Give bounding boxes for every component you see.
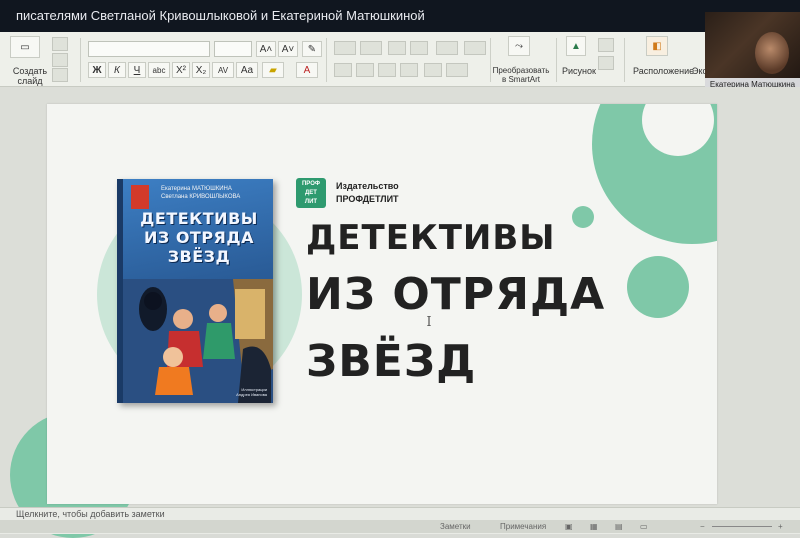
notes-placeholder[interactable]: Щелкните, чтобы добавить заметки <box>16 508 165 520</box>
webcam-video-tile[interactable]: Екатерина Матюшкина <box>705 12 800 92</box>
arrange-icon[interactable]: ◧ <box>646 36 668 56</box>
shapes-icon[interactable] <box>598 38 614 52</box>
window-titlebar: писателями Светланой Кривошлыковой и Ека… <box>0 0 800 32</box>
bold-button[interactable]: Ж <box>88 62 106 78</box>
line-spacing-icon[interactable] <box>436 41 458 55</box>
align-right-icon[interactable] <box>378 63 396 77</box>
strikethrough-button[interactable]: abc <box>148 62 170 78</box>
align-text-icon[interactable] <box>446 63 468 77</box>
slideshow-view-icon[interactable]: ▭ <box>640 521 648 532</box>
superscript-button[interactable]: X² <box>172 62 190 78</box>
character-spacing-button[interactable]: AV <box>212 62 234 78</box>
highlight-icon[interactable]: ▰ <box>262 62 284 78</box>
ribbon-toolbar: ▭ Создать слайд A˄ A˅ ✎ Ж К Ч abc X² X₂ … <box>0 32 800 87</box>
underline-button[interactable]: Ч <box>128 62 146 78</box>
new-slide-icon[interactable]: ▭ <box>10 36 40 58</box>
columns-icon[interactable] <box>464 41 486 55</box>
italic-button[interactable]: К <box>108 62 126 78</box>
status-bar: Заметки Примечания ▣ ▦ ▤ ▭ − + <box>0 520 800 533</box>
book-publisher-badge <box>131 185 149 209</box>
arrange-label[interactable]: Расположение <box>633 66 694 76</box>
reading-view-icon[interactable]: ▤ <box>615 521 623 532</box>
publisher-logo: ПРОФ ДЕТ ЛИТ <box>296 178 326 208</box>
book-cover-image[interactable]: Екатерина МАТЮШКИНА Светлана КРИВОШЛЫКОВ… <box>117 179 273 403</box>
indent-decrease-icon[interactable] <box>388 41 406 55</box>
convert-smartart-label[interactable]: Преобразовать в SmartArt <box>492 66 550 84</box>
reset-icon[interactable] <box>52 53 68 67</box>
smartart-icon[interactable]: ⤳ <box>508 36 530 56</box>
window-title: писателями Светланой Кривошлыковой и Ека… <box>16 8 425 23</box>
change-case-button[interactable]: Aa <box>236 62 258 78</box>
picture-label[interactable]: Рисунок <box>562 66 596 76</box>
book-cover-title: ДЕТЕКТИВЫ ИЗ ОТРЯДА ЗВЁЗД <box>140 209 258 266</box>
book-authors: Екатерина МАТЮШКИНА Светлана КРИВОШЛЫКОВ… <box>161 186 241 200</box>
font-family-field[interactable] <box>88 41 210 57</box>
layout-icon[interactable] <box>52 37 68 51</box>
align-left-icon[interactable] <box>334 63 352 77</box>
sorter-view-icon[interactable]: ▦ <box>590 521 598 532</box>
new-slide-label[interactable]: Создать слайд <box>12 66 48 86</box>
font-size-field[interactable] <box>214 41 252 57</box>
notes-toggle-button[interactable]: Заметки <box>440 521 471 532</box>
slide-title-line2[interactable]: ИЗ ОТРЯДА <box>306 269 605 321</box>
publisher-name: Издательство ПРОФДЕТЛИТ <box>336 181 399 204</box>
picture-icon[interactable]: ▲ <box>566 36 586 56</box>
align-center-icon[interactable] <box>356 63 374 77</box>
book-illustrator: Иллюстрации Андрея Иванова <box>236 387 267 397</box>
decor-dot-medium <box>627 256 689 318</box>
text-cursor-icon <box>427 316 431 326</box>
slide-canvas[interactable]: Екатерина МАТЮШКИНА Светлана КРИВОШЛЫКОВ… <box>47 104 717 504</box>
font-shrink-button[interactable]: A˅ <box>278 41 298 57</box>
zoom-out-icon[interactable]: − <box>700 521 705 532</box>
subscript-button[interactable]: X₂ <box>192 62 210 78</box>
bullets-icon[interactable] <box>334 41 356 55</box>
clear-format-icon[interactable]: ✎ <box>302 41 322 57</box>
more-shapes-icon[interactable] <box>598 56 614 70</box>
indent-increase-icon[interactable] <box>410 41 428 55</box>
slide-title-line1[interactable]: ДЕТЕКТИВЫ <box>306 218 556 258</box>
book-illustration <box>123 279 273 403</box>
numbering-icon[interactable] <box>360 41 382 55</box>
text-direction-icon[interactable] <box>424 63 442 77</box>
comments-toggle-button[interactable]: Примечания <box>500 521 546 532</box>
zoom-in-icon[interactable]: + <box>778 521 783 532</box>
font-color-button[interactable]: A <box>296 62 318 78</box>
align-justify-icon[interactable] <box>400 63 418 77</box>
font-grow-button[interactable]: A˄ <box>256 41 276 57</box>
section-icon[interactable] <box>52 68 68 82</box>
slide-title-line3[interactable]: ЗВЁЗД <box>306 336 476 388</box>
decor-dot-small <box>572 206 594 228</box>
zoom-slider[interactable] <box>712 526 772 527</box>
normal-view-icon[interactable]: ▣ <box>565 521 573 532</box>
participant-video <box>755 32 789 74</box>
